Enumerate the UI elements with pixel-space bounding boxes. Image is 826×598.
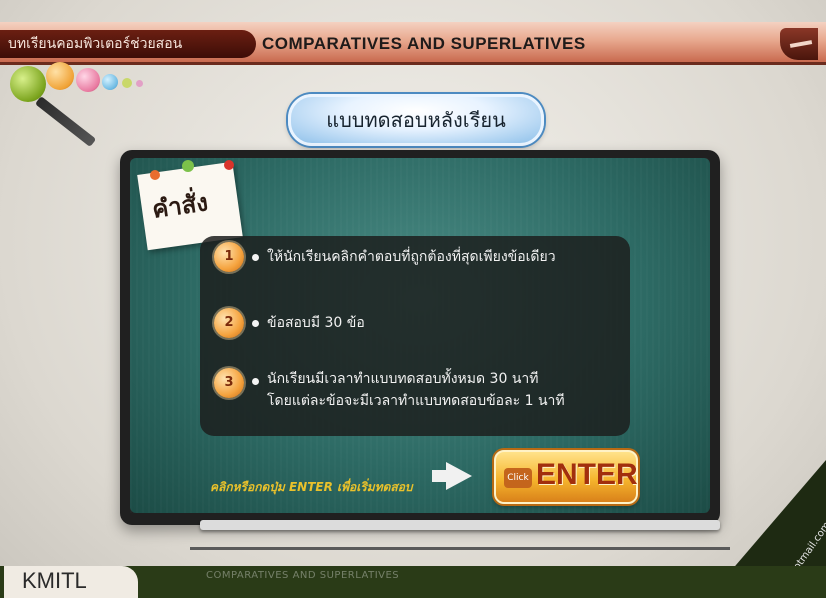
footer-brand-tab: KMITL	[4, 566, 138, 598]
bullet-dot-icon	[252, 378, 259, 385]
number-badge: 2	[214, 308, 244, 338]
orange-ball-icon	[46, 62, 74, 90]
blue-ball-icon	[102, 74, 118, 90]
pin-icon	[150, 170, 160, 180]
start-hint: คลิกหรือกดปุ่ม ENTER เพื่อเริ่มทดสอบ	[210, 480, 413, 494]
lesson-screen: บทเรียนคอมพิวเตอร์ช่วยสอน COMPARATIVES A…	[0, 0, 826, 598]
topic-title: COMPARATIVES AND SUPERLATIVES	[262, 34, 586, 53]
number-badge: 3	[214, 368, 244, 398]
test-title: แบบทดสอบหลังเรียน	[288, 94, 544, 146]
click-tag: Click	[504, 468, 532, 488]
instruction-heading: คำสั่ง	[150, 187, 210, 224]
top-banner: บทเรียนคอมพิวเตอร์ช่วยสอน COMPARATIVES A…	[0, 0, 826, 65]
footer-topic: COMPARATIVES AND SUPERLATIVES	[206, 570, 400, 581]
arrow-icon	[446, 462, 472, 490]
pin-icon	[182, 160, 194, 172]
number-badge: 1	[214, 242, 244, 272]
instruction-item: 3 นักเรียนมีเวลาทำแบบทดสอบทั้งหมด 30 นาท…	[214, 368, 565, 412]
course-label: บทเรียนคอมพิวเตอร์ช่วยสอน	[0, 30, 256, 58]
instruction-text-block: นักเรียนมีเวลาทำแบบทดสอบทั้งหมด 30 นาที …	[267, 368, 565, 412]
small-dot-icon	[136, 80, 143, 87]
instruction-text-line2: โดยแต่ละข้อจะมีเวลาทำแบบทดสอบข้อละ 1 นาท…	[267, 393, 565, 409]
enter-label: ENTER	[536, 458, 638, 491]
board-stand	[190, 547, 730, 550]
pin-icon	[224, 160, 234, 170]
small-dot-icon	[122, 78, 132, 88]
instruction-item: 2 ข้อสอบมี 30 ข้อ	[214, 308, 365, 338]
instruction-item: 1 ให้นักเรียนคลิกคำตอบที่ถูกต้องที่สุดเพ…	[214, 242, 556, 272]
chalk-tray	[200, 520, 720, 530]
instruction-text: ข้อสอบมี 30 ข้อ	[267, 315, 365, 331]
brand-label: KMITL	[22, 568, 87, 593]
instruction-text: นักเรียนมีเวลาทำแบบทดสอบทั้งหมด 30 นาที	[267, 371, 539, 387]
menu-button[interactable]	[780, 28, 818, 60]
instruction-text: ให้นักเรียนคลิกคำตอบที่ถูกต้องที่สุดเพีย…	[267, 249, 556, 265]
enter-button[interactable]: Click ENTER	[494, 450, 638, 504]
decorative-balls-icon	[10, 58, 170, 108]
bullet-dot-icon	[252, 253, 259, 261]
pink-ball-icon	[76, 68, 100, 92]
bullet-dot-icon	[252, 319, 259, 327]
